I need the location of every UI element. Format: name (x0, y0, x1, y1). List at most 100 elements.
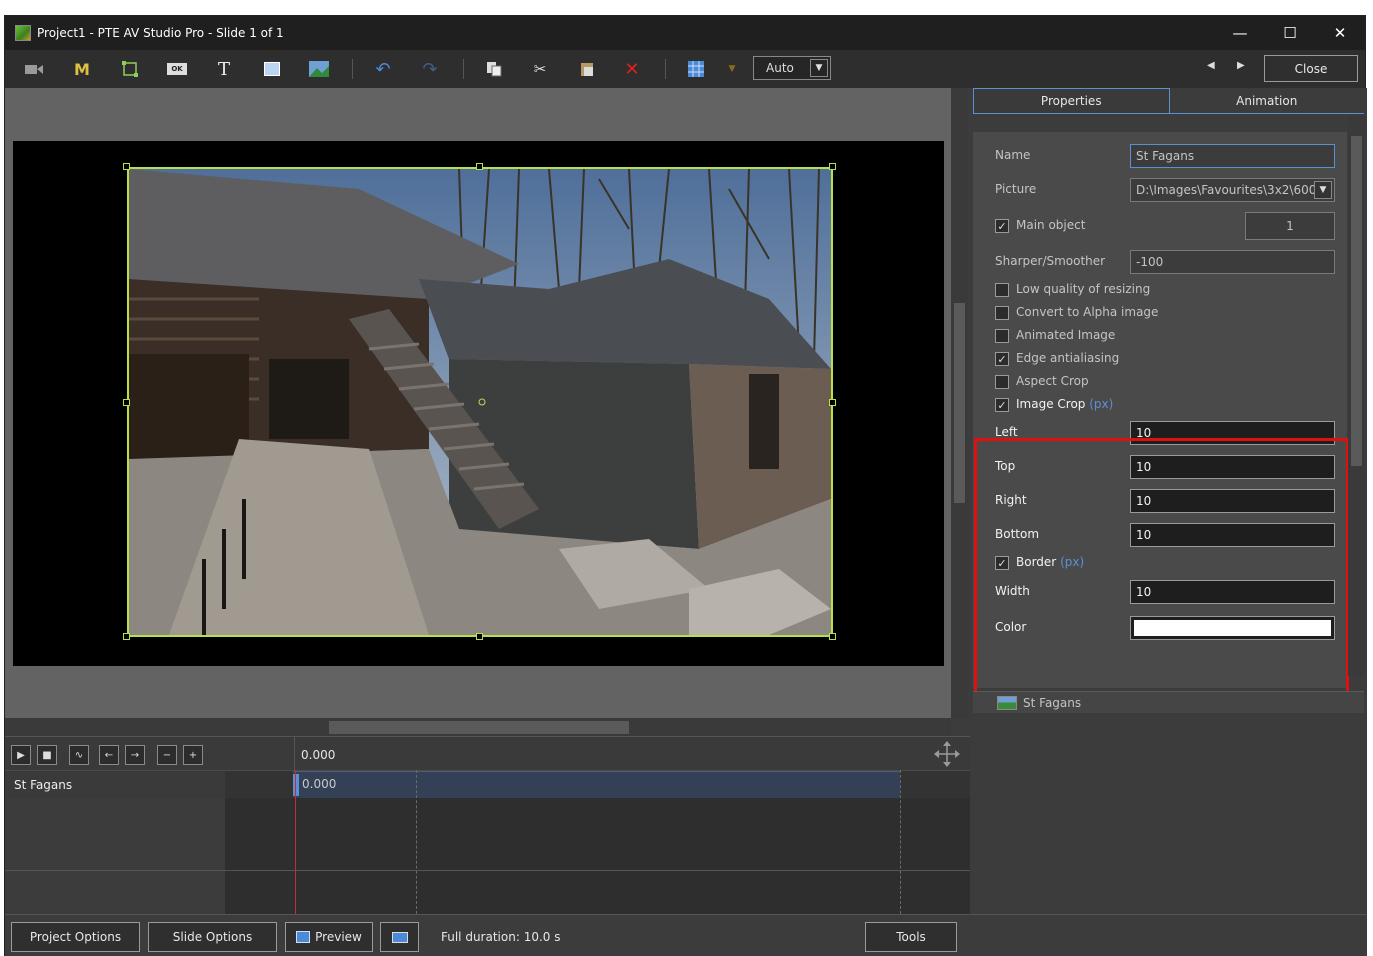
maximize-button[interactable]: ☐ (1265, 16, 1315, 50)
tab-animation[interactable]: Animation (1170, 88, 1365, 113)
resize-handle-left[interactable] (123, 399, 130, 406)
frame-tool-icon[interactable] (119, 58, 141, 80)
alpha-row: Convert to Alpha image (973, 301, 1347, 325)
slide-options-button[interactable]: Slide Options (148, 922, 277, 952)
button-tool-icon[interactable]: OK (166, 58, 188, 80)
selected-image-object[interactable] (127, 167, 833, 637)
image-crop-unit: (px) (1089, 397, 1114, 411)
scrollbar-thumb[interactable] (1351, 136, 1362, 466)
resize-handle-top-left[interactable] (123, 163, 130, 170)
picture-label: Picture (995, 182, 1037, 196)
preview-button[interactable]: Preview (285, 922, 373, 952)
waveform-icon[interactable]: ∿ (69, 745, 89, 765)
objects-panel: Properties Animation Name St Fagans Pict… (970, 88, 1367, 914)
next-slide-icon[interactable]: ▶ (1237, 60, 1245, 71)
sharper-field[interactable]: -100 (1130, 250, 1335, 274)
tools-button[interactable]: Tools (865, 922, 957, 952)
edge-checkbox[interactable]: ✓ (995, 352, 1009, 366)
timeline-track: St Fagans 0.000 (5, 770, 970, 799)
resize-handle-bottom[interactable] (476, 633, 483, 640)
image-icon (997, 696, 1017, 710)
resize-handle-bottom-right[interactable] (829, 633, 836, 640)
grid-icon[interactable] (685, 58, 707, 80)
object-list: St Fagans (973, 691, 1364, 914)
name-row: Name St Fagans (973, 144, 1347, 168)
picture-field[interactable]: D:\Images\Favourites\3x2\600 ▼ (1130, 178, 1335, 202)
main-object-label: Main object (1016, 218, 1086, 232)
mask-tool-icon[interactable]: M (71, 58, 93, 80)
arrow-right-icon[interactable]: → (125, 745, 145, 765)
main-object-number[interactable]: 1 (1245, 212, 1335, 240)
animated-checkbox[interactable] (995, 329, 1009, 343)
picture-row: Picture D:\Images\Favourites\3x2\600 ▼ (973, 178, 1347, 202)
arrow-left-icon[interactable]: ← (99, 745, 119, 765)
image-tool-icon[interactable] (308, 58, 330, 80)
close-window-button[interactable]: ✕ (1315, 16, 1365, 50)
low-quality-checkbox[interactable] (995, 283, 1009, 297)
name-field[interactable]: St Fagans (1130, 144, 1335, 168)
chevron-down-icon[interactable]: ▼ (810, 59, 828, 77)
image-crop-row: ✓ Image Crop (px) (973, 393, 1347, 417)
zoom-select[interactable]: Auto ▼ (753, 56, 831, 80)
redo-icon[interactable]: ↷ (419, 58, 441, 80)
video-camera-icon[interactable] (23, 58, 45, 80)
copy-icon[interactable] (483, 58, 505, 80)
main-object-checkbox[interactable]: ✓ (995, 219, 1009, 233)
resize-handle-right[interactable] (829, 399, 836, 406)
chevron-down-icon[interactable]: ▼ (1314, 181, 1332, 199)
fullscreen-preview-button[interactable] (380, 922, 419, 952)
stop-icon[interactable]: ■ (37, 745, 57, 765)
alpha-label: Convert to Alpha image (1016, 305, 1159, 319)
canvas-vertical-scrollbar[interactable] (951, 88, 968, 718)
paste-icon[interactable] (576, 58, 598, 80)
scrollbar-thumb[interactable] (329, 721, 629, 734)
canvas-horizontal-scrollbar[interactable] (5, 718, 951, 736)
undo-icon[interactable]: ↶ (372, 58, 394, 80)
previous-slide-icon[interactable]: ◀ (1207, 60, 1215, 71)
timeline-ruler-time: 0.000 (301, 748, 336, 762)
tab-properties[interactable]: Properties (973, 88, 1170, 113)
slide-canvas[interactable] (5, 88, 951, 718)
left-label: Left (995, 425, 1018, 439)
move-icon[interactable] (933, 740, 961, 768)
minimize-button[interactable]: — (1215, 16, 1265, 50)
clip-handle[interactable] (293, 774, 299, 796)
track-label[interactable]: St Fagans (5, 771, 225, 799)
properties-pane: Name St Fagans Picture D:\Images\Favouri… (973, 132, 1349, 694)
image-crop-checkbox[interactable]: ✓ (995, 398, 1009, 412)
title-bar: Project1 - PTE AV Studio Pro - Slide 1 o… (5, 16, 1365, 50)
cut-icon[interactable]: ✂ (529, 58, 551, 80)
grid-dropdown-icon[interactable]: ▼ (721, 58, 743, 80)
bottom-bar: Project Options Slide Options Preview Fu… (5, 914, 1367, 956)
scrollbar-thumb[interactable] (954, 303, 965, 503)
aspect-checkbox[interactable] (995, 375, 1009, 389)
properties-scrollbar[interactable] (1348, 116, 1365, 676)
app-window: Project1 - PTE AV Studio Pro - Slide 1 o… (4, 15, 1367, 956)
edge-label: Edge antialiasing (1016, 351, 1120, 365)
text-tool-icon[interactable]: T (213, 58, 235, 80)
playhead[interactable] (295, 770, 296, 914)
resize-handle-top-right[interactable] (829, 163, 836, 170)
delete-icon[interactable]: ✕ (621, 58, 643, 80)
picture-path: D:\Images\Favourites\3x2\600 (1136, 183, 1317, 197)
preview-label: Preview (315, 930, 362, 944)
full-duration: Full duration: 10.0 s (441, 930, 561, 944)
project-options-button[interactable]: Project Options (11, 922, 140, 952)
low-quality-row: Low quality of resizing (973, 278, 1347, 302)
aspect-label: Aspect Crop (1016, 374, 1089, 388)
app-icon (15, 25, 31, 41)
resize-handle-bottom-left[interactable] (123, 633, 130, 640)
close-button[interactable]: Close (1264, 55, 1358, 82)
zoom-in-icon[interactable]: + (183, 745, 203, 765)
animated-row: Animated Image (973, 324, 1347, 348)
resize-handle-top[interactable] (476, 163, 483, 170)
zoom-out-icon[interactable]: − (157, 745, 177, 765)
clip-time: 0.000 (302, 777, 337, 791)
track-clip[interactable]: 0.000 (293, 771, 900, 799)
alpha-checkbox[interactable] (995, 306, 1009, 320)
zoom-select-value: Auto (766, 61, 794, 75)
list-item[interactable]: St Fagans (973, 691, 1364, 713)
play-icon[interactable]: ▶ (11, 745, 31, 765)
rectangle-tool-icon[interactable] (261, 58, 283, 80)
preview-icon (296, 931, 311, 943)
